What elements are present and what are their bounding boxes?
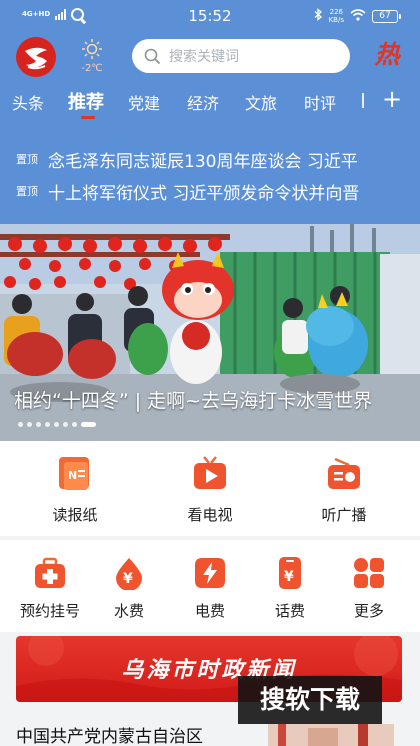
tab-recommended[interactable]: 推荐	[68, 88, 104, 114]
pinned-news-title: 念毛泽东同志诞辰130周年座谈会 习近平	[48, 152, 358, 170]
weather-widget[interactable]: -2℃	[76, 38, 108, 74]
add-channel-button[interactable]: +	[380, 86, 404, 112]
status-bar: 4G+HD 15:52 226 KB/s 67	[0, 0, 420, 32]
carousel-dot	[72, 422, 77, 427]
search-input[interactable]: 搜索关键词	[132, 39, 350, 73]
svg-text:¥: ¥	[284, 569, 294, 585]
battery-icon: 67	[372, 9, 401, 23]
carousel-dot	[27, 422, 32, 427]
tab-commentary[interactable]: 时评	[304, 90, 336, 114]
hot-button[interactable]: 热	[370, 38, 404, 72]
carousel-dot	[18, 422, 23, 427]
service-label: 水费	[113, 602, 144, 620]
pinned-tag: 置顶	[16, 185, 38, 198]
electricity-bill-button[interactable]: 电费	[180, 556, 240, 621]
carousel-dot	[36, 422, 41, 427]
tab-economy[interactable]: 经济	[187, 90, 219, 114]
medical-kit-icon	[35, 557, 65, 588]
service-label: 预约挂号	[19, 602, 80, 620]
service-label: 看电视	[187, 506, 233, 524]
article-thumbnail[interactable]	[268, 724, 394, 746]
service-label: 话费	[274, 602, 305, 620]
search-placeholder: 搜索关键词	[169, 49, 239, 65]
app-logo[interactable]	[16, 37, 56, 77]
active-tab-indicator	[81, 116, 95, 119]
read-newspaper-button[interactable]: N 读报纸	[42, 455, 108, 525]
newspaper-icon: N	[59, 457, 89, 490]
tv-icon	[194, 456, 226, 489]
lightning-icon	[195, 558, 225, 588]
carousel-dot	[63, 422, 68, 427]
grid-icon	[354, 558, 384, 588]
service-label: 电费	[194, 602, 225, 620]
svg-text:N: N	[68, 469, 77, 482]
phone-bill-button[interactable]: ¥ 话费	[260, 556, 320, 621]
tab-party-building[interactable]: 党建	[128, 90, 160, 114]
service-label: 听广播	[321, 506, 367, 524]
wifi-icon	[350, 8, 366, 24]
pinned-news-title: 十上将军衔仪式 习近平颁发命令状并向晋	[48, 184, 360, 202]
svg-text:¥: ¥	[123, 571, 133, 587]
carousel-indicator	[18, 422, 96, 427]
carousel-dot	[45, 422, 50, 427]
net-speed: 226 KB/s	[328, 8, 344, 24]
weather-temperature: -2℃	[81, 63, 103, 74]
water-bill-button[interactable]: ¥ 水费	[99, 556, 159, 621]
watch-tv-button[interactable]: 看电视	[177, 455, 243, 525]
utility-services: 预约挂号 ¥ 水费 电费 ¥ 话费 更多	[0, 540, 420, 632]
hospital-appointment-button[interactable]: 预约挂号	[16, 556, 84, 621]
pinned-tag: 置顶	[16, 153, 38, 166]
carousel-dot	[54, 422, 59, 427]
search-icon	[144, 48, 161, 64]
banner-caption[interactable]: 相约“十四冬” | 走啊~去乌海打卡冰雪世界	[14, 386, 372, 413]
media-services: N 读报纸 看电视 听广播	[0, 441, 420, 536]
sun-icon	[82, 39, 102, 59]
channel-tabs: 头条 推荐 党建 经济 文旅 时评 +	[0, 86, 420, 120]
tab-culture-travel[interactable]: 文旅	[245, 90, 277, 114]
water-drop-icon: ¥	[116, 558, 142, 590]
tab-divider	[362, 93, 364, 108]
thumbnail-image	[268, 724, 394, 746]
bluetooth-icon	[314, 8, 323, 24]
more-services-button[interactable]: 更多	[339, 556, 399, 621]
article-title[interactable]: 中国共产党内蒙古自治区	[16, 722, 203, 746]
radio-icon	[328, 457, 360, 489]
service-label: 更多	[353, 602, 384, 620]
watermark: 搜软下载	[238, 676, 382, 724]
listen-radio-button[interactable]: 听广播	[311, 455, 377, 525]
phone-bill-icon: ¥	[279, 557, 301, 589]
pinned-news-item[interactable]: 置顶 十上将军衔仪式 习近平颁发命令状并向晋	[0, 178, 420, 202]
pinned-news-item[interactable]: 置顶 念毛泽东同志诞辰130周年座谈会 习近平	[0, 146, 420, 170]
carousel-dot-active	[81, 422, 96, 427]
tab-headlines[interactable]: 头条	[12, 90, 44, 114]
service-label: 读报纸	[52, 506, 98, 524]
